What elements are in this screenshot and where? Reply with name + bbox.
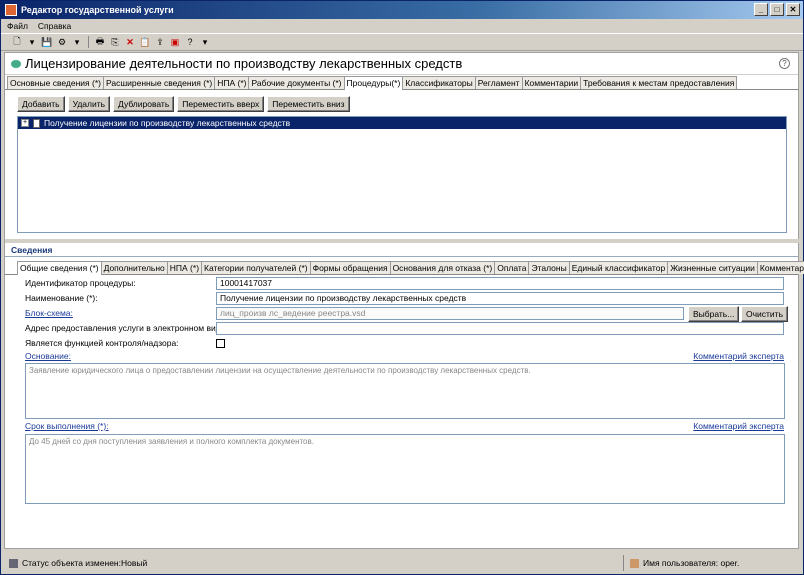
name-field[interactable]: Получение лицензии по производству лекар… [216, 292, 784, 305]
tab-work-docs[interactable]: Рабочие документы (*) [248, 76, 345, 89]
term-textarea[interactable]: До 45 дней со дня поступления заявления … [25, 434, 785, 504]
help-icon[interactable]: ? [184, 36, 196, 48]
address-label: Адрес предоставления услуги в электронно… [25, 323, 228, 333]
tab-extended-info[interactable]: Расширенные сведения (*) [102, 76, 216, 89]
control-checkbox[interactable] [216, 339, 225, 348]
status-icon [9, 558, 18, 568]
move-down-button[interactable]: Переместить вниз [267, 96, 350, 112]
app-window: Редактор государственной услуги _ □ ✕ Фа… [0, 0, 804, 575]
scheme-field[interactable]: лиц_произв лс_ведение реестра.vsd [216, 307, 684, 320]
duplicate-button[interactable]: Дублировать [113, 96, 175, 112]
clear-button[interactable]: Очистить [741, 306, 789, 322]
dropdown-icon[interactable]: ▾ [199, 36, 211, 48]
delete-button[interactable]: Удалить [67, 96, 111, 112]
add-button[interactable]: Добавить [17, 96, 65, 112]
expand-icon[interactable]: + [21, 119, 29, 127]
tab-main-info[interactable]: Основные сведения (*) [7, 76, 104, 89]
maximize-button[interactable]: □ [770, 3, 784, 16]
menu-help[interactable]: Справка [38, 21, 71, 31]
tab-regulation[interactable]: Регламент [474, 76, 523, 89]
print-icon[interactable]: 🖶 [94, 36, 106, 48]
tab-place-requirements[interactable]: Требования к местам предоставления [580, 76, 738, 89]
subtab-forms[interactable]: Формы обращения [309, 261, 391, 274]
tree-item[interactable]: + Получение лицензии по производству лек… [18, 117, 786, 129]
scheme-link[interactable]: Блок-схема: [25, 308, 73, 318]
dropdown-icon[interactable]: ▾ [26, 36, 38, 48]
menu-bar: Файл Справка [1, 19, 803, 33]
procedure-id-label: Идентификатор процедуры: [25, 278, 136, 288]
procedure-tree: + Получение лицензии по производству лек… [17, 116, 787, 233]
copy-icon[interactable]: ⎘ [109, 36, 121, 48]
tree-item-label: Получение лицензии по производству лекар… [44, 118, 291, 128]
subtab-payment[interactable]: Оплата [494, 261, 530, 274]
status-text: Статус объекта изменен:Новый [22, 558, 148, 568]
subtab-general[interactable]: Общие сведения (*) [17, 261, 102, 275]
document-icon [33, 118, 40, 128]
delete-icon[interactable]: ✕ [124, 36, 136, 48]
new-icon[interactable]: 🗋 [11, 36, 23, 48]
close-button[interactable]: ✕ [786, 3, 800, 16]
move-up-button[interactable]: Переместить вверх [177, 96, 265, 112]
expert-comment-link-2[interactable]: Комментарий эксперта [693, 421, 784, 431]
section-title: Сведения [5, 243, 798, 257]
subtab-additional[interactable]: Дополнительно [100, 261, 168, 274]
settings-icon[interactable]: ⚙ [56, 36, 68, 48]
help-icon[interactable]: ? [779, 58, 790, 69]
address-field[interactable] [216, 322, 784, 335]
control-label: Является функцией контроля/надзора: [25, 338, 179, 348]
tab-npa[interactable]: НПА (*) [214, 76, 250, 89]
window-title: Редактор государственной услуги [21, 5, 174, 15]
pdf-icon[interactable]: ▣ [169, 36, 181, 48]
app-icon [5, 4, 17, 16]
subtab-npa[interactable]: НПА (*) [166, 261, 203, 274]
tab-procedures[interactable]: Процедуры(*) [343, 76, 404, 90]
term-link[interactable]: Срок выполнения (*): [25, 421, 109, 431]
status-bar: Статус объекта изменен:Новый Имя пользов… [1, 552, 803, 574]
export-icon[interactable]: ⇪ [154, 36, 166, 48]
basis-textarea[interactable]: Заявление юридического лица о предоставл… [25, 363, 785, 419]
dropdown-icon[interactable]: ▾ [71, 36, 83, 48]
toolbar: 🗋 ▾ 💾 ⚙ ▾ 🖶 ⎘ ✕ 📋 ⇪ ▣ ? ▾ [1, 33, 803, 51]
service-icon [11, 59, 21, 68]
subtab-life-situations[interactable]: Жизненные ситуации [667, 261, 758, 274]
user-name: Имя пользователя: oper. [643, 558, 740, 568]
subtab-standards[interactable]: Эталоны [528, 261, 570, 274]
basis-link[interactable]: Основание: [25, 351, 71, 361]
details-form: Идентификатор процедуры: 10001417037 Наи… [5, 276, 798, 504]
menu-file[interactable]: Файл [7, 21, 28, 31]
paste-icon[interactable]: 📋 [139, 36, 151, 48]
procedure-id-field[interactable]: 10001417037 [216, 277, 784, 290]
tab-classifiers[interactable]: Классификаторы [402, 76, 476, 89]
subtab-refusal[interactable]: Основания для отказа (*) [389, 261, 496, 274]
subtab-recipients[interactable]: Категории получателей (*) [201, 261, 311, 274]
expert-comment-link[interactable]: Комментарий эксперта [693, 351, 784, 361]
subtab-classifier[interactable]: Единый классификатор [568, 261, 669, 274]
page-header: Лицензирование деятельности по производс… [5, 53, 798, 75]
choose-button[interactable]: Выбрать... [688, 306, 740, 322]
minimize-button[interactable]: _ [754, 3, 768, 16]
subtab-comments[interactable]: Комментарии [756, 261, 804, 274]
name-label: Наименование (*): [25, 293, 98, 303]
main-content: Лицензирование деятельности по производс… [4, 52, 804, 549]
page-title: Лицензирование деятельности по производс… [25, 56, 463, 71]
detail-tabs: Общие сведения (*) Дополнительно НПА (*)… [5, 261, 804, 275]
procedure-buttons: Добавить Удалить Дублировать Переместить… [5, 90, 798, 112]
tab-comments[interactable]: Комментарии [521, 76, 582, 89]
main-tabs: Основные сведения (*) Расширенные сведен… [5, 76, 798, 90]
save-icon[interactable]: 💾 [41, 36, 53, 48]
title-bar: Редактор государственной услуги _ □ ✕ [1, 1, 803, 19]
user-icon [630, 558, 639, 568]
